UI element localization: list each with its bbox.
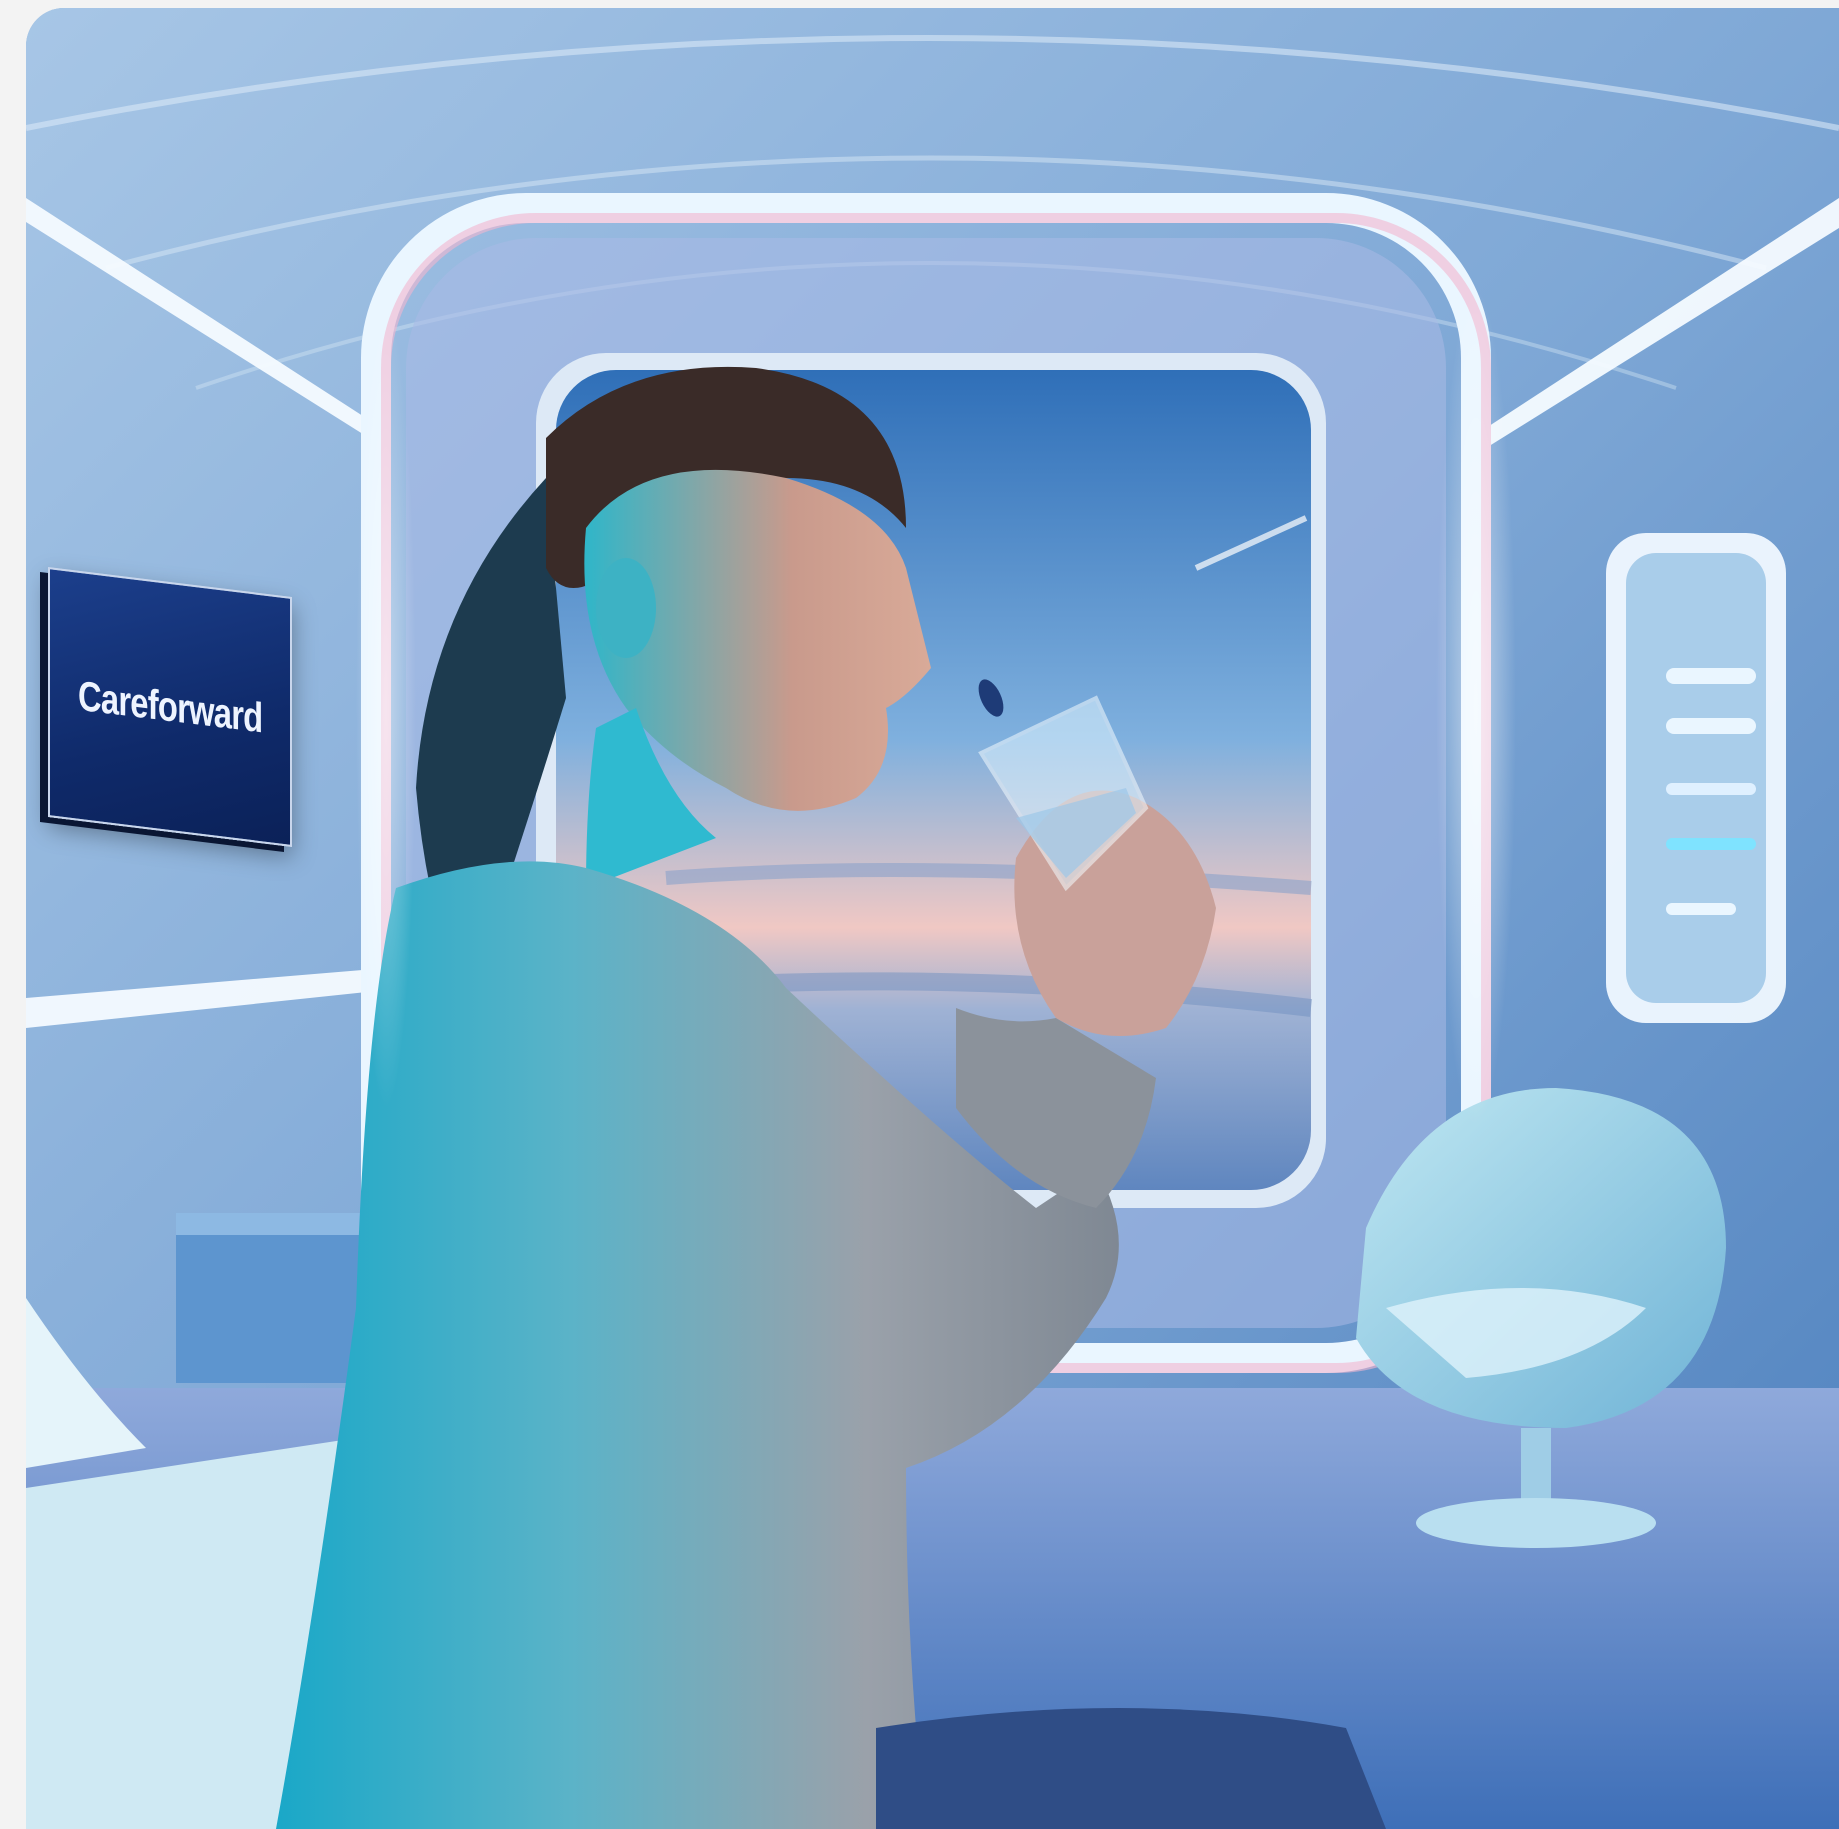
control-panel-screen	[1626, 553, 1766, 1003]
scene-illustration	[26, 8, 1839, 1829]
chair-base	[1416, 1498, 1656, 1548]
photo-frame: Careforward	[26, 8, 1839, 1829]
wall-sign-text: Careforward	[77, 671, 263, 742]
careforward-wall-sign: Careforward	[48, 567, 292, 847]
